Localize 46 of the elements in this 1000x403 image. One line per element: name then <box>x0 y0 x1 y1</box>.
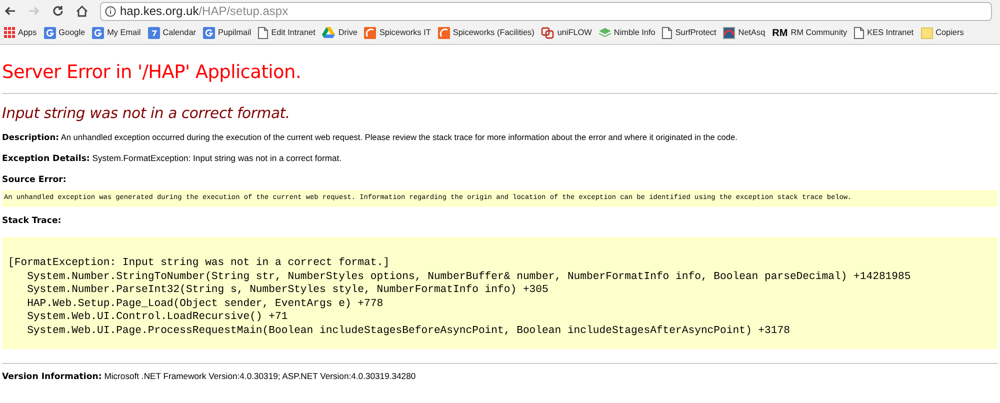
folder-icon <box>920 26 933 39</box>
home-icon[interactable] <box>76 5 88 17</box>
google-g-icon <box>44 26 56 39</box>
bookmark-link[interactable]: Calendar <box>148 26 196 40</box>
bookmark-link[interactable]: Google <box>44 26 86 40</box>
description-text: Description: An unhandled exception occurred during the execution of the current web request. Please review the stack trace for more information about the error and where it originated in the code. <box>2 131 738 143</box>
url-text: hap.kes.org.uk/HAP/setup.aspx <box>120 3 288 20</box>
section-heading: Source Error: <box>2 174 68 186</box>
bookmark-link[interactable]: Drive <box>322 26 358 40</box>
stack-trace-text: [FormatException: Input string was not in a correct format.] System.Number.StringToNumber(String str, NumberStyles options, NumberBuffer& number, NumberFormatInfo info, Boolean parseDecimal) +14281985 System.Number.ParseInt32(String s, NumberStyles style, NumberFormatInfo info) +305 HAP.Web.Setup.Page_Load(Object sender, EventArgs e) +778 System.Web.UI.Control.LoadRecursive() +71 System.Web.UI.Page.ProcessRequestMain(Boolean includeStagesBeforeAsyncPoint, Boolean includeStagesAfterAsyncPoint) +3178 <box>8 257 911 338</box>
layers-icon <box>598 28 611 38</box>
bookmark-link[interactable]: Edit Intranet <box>258 26 316 40</box>
spiral-logo-icon <box>438 26 450 39</box>
bookmark-link[interactable]: NetAsq <box>723 26 766 40</box>
address-bar[interactable]: hap.kes.org.uk/HAP/setup.aspx <box>100 2 992 20</box>
info-icon <box>105 6 116 16</box>
page-icon <box>662 26 672 39</box>
page-icon <box>258 26 268 39</box>
page-icon <box>854 26 864 39</box>
apps-grid-icon <box>4 27 15 38</box>
bookmark-link[interactable]: Spiceworks IT <box>364 26 431 40</box>
google-g-icon <box>92 26 104 39</box>
error-title: Server Error in '/HAP' Application. <box>2 61 302 85</box>
bookmark-link[interactable]: Apps <box>4 26 37 40</box>
bookmark-link[interactable]: Nimble Info <box>598 26 656 40</box>
bookmark-link[interactable]: KES Intranet <box>854 26 914 40</box>
spiral-logo-icon <box>364 26 376 39</box>
bookmark-link[interactable]: Pupilmail <box>202 26 252 40</box>
triangle-logo-icon <box>322 27 336 38</box>
bookmark-link[interactable]: RM RM Community <box>772 26 848 40</box>
bookmark-link[interactable]: SurfProtect <box>662 26 716 40</box>
back-icon[interactable] <box>4 6 16 16</box>
exception-details-text: Exception Details: System.FormatException: Input string was not in a correct format. <box>2 152 343 165</box>
logo-text: RM <box>772 26 788 40</box>
overlapping-squares-icon <box>541 26 554 39</box>
bookmark-link[interactable]: My Email <box>92 26 141 40</box>
bookmark-link[interactable]: uniFLOW <box>541 26 592 40</box>
calendar-icon <box>148 26 160 39</box>
section-heading: Stack Trace: <box>2 215 62 227</box>
error-message: Input string was not in a correct format. <box>2 104 291 124</box>
curve-logo-icon <box>723 26 736 39</box>
bookmark-link[interactable]: Copiers <box>920 26 964 40</box>
reload-icon[interactable] <box>52 5 64 17</box>
bookmark-link[interactable]: Spiceworks (Facilities) <box>438 26 534 40</box>
version-information-text: Version Information: Microsoft .NET Framework Version:4.0.30319; ASP.NET Version:4.0.30319.34280 <box>2 370 417 383</box>
google-g-icon <box>202 26 215 39</box>
